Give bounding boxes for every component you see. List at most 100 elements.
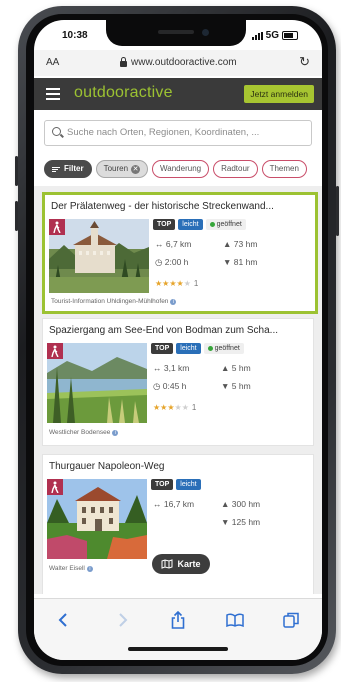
source-label: Tourist-Information Uhldingen-Mühlhofen: [51, 298, 169, 305]
text-size-button[interactable]: AA: [46, 57, 59, 68]
filter-icon: [52, 166, 60, 172]
tour-card[interactable]: Spaziergang am See-End von Bodman zum Sc…: [42, 318, 314, 446]
tour-title[interactable]: Der Prälatenweg - der historische Streck…: [51, 201, 309, 212]
map-button[interactable]: Karte: [152, 554, 210, 574]
tour-badges: TOP leicht geöffnet: [153, 219, 246, 230]
search-placeholder: Suche nach Orten, Regionen, Koordinaten,…: [67, 127, 260, 138]
distance-value: 3,1 km: [163, 363, 190, 373]
status-badge: geöffnet: [205, 219, 246, 230]
descent-value: 5 hm: [231, 381, 251, 391]
tour-source[interactable]: Tourist-Information Uhldingen-Mühlhofen i: [51, 298, 177, 305]
signal-icon: [251, 31, 263, 40]
chip-touren[interactable]: Touren ✕: [95, 160, 149, 178]
status-label: geöffnet: [214, 345, 240, 352]
browser-address-bar[interactable]: AA www.outdooractive.com ↻: [34, 50, 322, 76]
app-header: outdooractive Jetzt anmelden: [34, 78, 322, 110]
phone-screen: 10:38 5G AA www.outdooractive.com ↻ outd…: [34, 20, 322, 660]
tabs-icon[interactable]: [280, 609, 302, 631]
distance-stat: ↔ 6,7 km: [155, 239, 192, 249]
tour-source[interactable]: Westlicher Bodensee i: [49, 429, 119, 436]
reload-icon[interactable]: ↻: [299, 54, 310, 70]
ascent-stat: ▲ 73 hm: [223, 239, 258, 249]
url-text: www.outdooractive.com: [131, 57, 237, 68]
distance-value: 16,7 km: [163, 499, 195, 509]
info-icon[interactable]: i: [86, 565, 93, 572]
hiking-icon: [47, 343, 63, 359]
filter-label: Filter: [64, 164, 84, 173]
status-time: 10:38: [62, 30, 88, 41]
difficulty-badge: leicht: [176, 343, 201, 354]
ascent-value: 73 hm: [233, 239, 258, 249]
duration-stat: ◷ 0:45 h: [153, 381, 187, 391]
chip-wanderung[interactable]: Wanderung: [152, 160, 210, 178]
status-dot-icon: [209, 222, 215, 227]
difficulty-badge: leicht: [178, 219, 203, 230]
top-badge: TOP: [151, 479, 174, 490]
network-type: 5G: [265, 30, 279, 41]
status-dot-icon: [207, 346, 213, 351]
share-icon[interactable]: [167, 609, 189, 631]
logo[interactable]: outdooractive: [74, 84, 173, 102]
lock-icon: [120, 57, 127, 67]
notch: [106, 20, 246, 46]
remove-chip-icon[interactable]: ✕: [131, 164, 141, 174]
bookmarks-icon[interactable]: [224, 609, 246, 631]
url-field[interactable]: www.outdooractive.com: [120, 57, 237, 68]
tour-badges: TOP leicht geöffnet: [151, 343, 244, 354]
info-icon[interactable]: i: [112, 429, 119, 436]
tour-card[interactable]: Der Prälatenweg - der historische Streck…: [42, 192, 318, 314]
home-indicator: [128, 647, 228, 651]
tour-badges: TOP leicht: [151, 479, 201, 490]
review-count: 1: [191, 403, 197, 412]
status-badge: geöffnet: [203, 343, 244, 354]
map-icon: [161, 559, 173, 569]
search-input[interactable]: Suche nach Orten, Regionen, Koordinaten,…: [44, 120, 312, 146]
back-icon[interactable]: [52, 609, 74, 631]
tour-title[interactable]: Spaziergang am See-End von Bodman zum Sc…: [49, 325, 307, 336]
map-button-label: Karte: [177, 559, 201, 569]
difficulty-badge: leicht: [176, 479, 201, 490]
search-icon: [52, 127, 61, 136]
tour-list: Der Prälatenweg - der historische Streck…: [34, 186, 322, 594]
volume-up-button: [15, 156, 18, 186]
distance-stat: ↔ 16,7 km: [153, 499, 195, 509]
top-badge: TOP: [151, 343, 174, 354]
tour-source[interactable]: Walter Eisell i: [49, 565, 93, 572]
status-label: geöffnet: [216, 221, 242, 228]
filter-chips: Filter Touren ✕ Wanderung Radtour Themen: [44, 160, 322, 178]
filter-button[interactable]: Filter: [44, 160, 92, 178]
descent-value: 125 hm: [231, 517, 261, 527]
ascent-value: 300 hm: [231, 499, 261, 509]
volume-down-button: [15, 201, 18, 231]
ascent-stat: ▲ 5 hm: [221, 363, 251, 373]
login-button[interactable]: Jetzt anmelden: [244, 85, 314, 103]
hiking-icon: [47, 479, 63, 495]
tour-title[interactable]: Thurgauer Napoleon-Weg: [49, 461, 307, 472]
descent-stat: ▼ 5 hm: [221, 381, 251, 391]
source-label: Walter Eisell: [49, 565, 85, 572]
rating-stars: ★★★★★ 1: [155, 279, 199, 288]
descent-stat: ▼ 125 hm: [221, 517, 261, 527]
forward-icon[interactable]: [112, 609, 134, 631]
hiking-icon: [49, 219, 65, 235]
chip-touren-label: Touren: [103, 164, 129, 173]
menu-icon[interactable]: [46, 88, 60, 100]
info-icon[interactable]: i: [170, 298, 177, 305]
review-count: 1: [193, 279, 199, 288]
descent-value: 81 hm: [233, 257, 258, 267]
browser-toolbar: [34, 598, 322, 660]
descent-stat: ▼ 81 hm: [223, 257, 258, 267]
duration-value: 0:45 h: [162, 381, 187, 391]
status-network: 5G: [251, 30, 298, 41]
ascent-stat: ▲ 300 hm: [221, 499, 261, 509]
chip-themen[interactable]: Themen: [261, 160, 307, 178]
distance-value: 6,7 km: [165, 239, 192, 249]
power-button: [336, 186, 339, 236]
ascent-value: 5 hm: [231, 363, 251, 373]
duration-stat: ◷ 2:00 h: [155, 257, 189, 267]
duration-value: 2:00 h: [164, 257, 189, 267]
source-label: Westlicher Bodensee: [49, 429, 111, 436]
distance-stat: ↔ 3,1 km: [153, 363, 190, 373]
chip-radtour[interactable]: Radtour: [213, 160, 258, 178]
rating-stars: ★★★★★ 1: [153, 403, 197, 412]
